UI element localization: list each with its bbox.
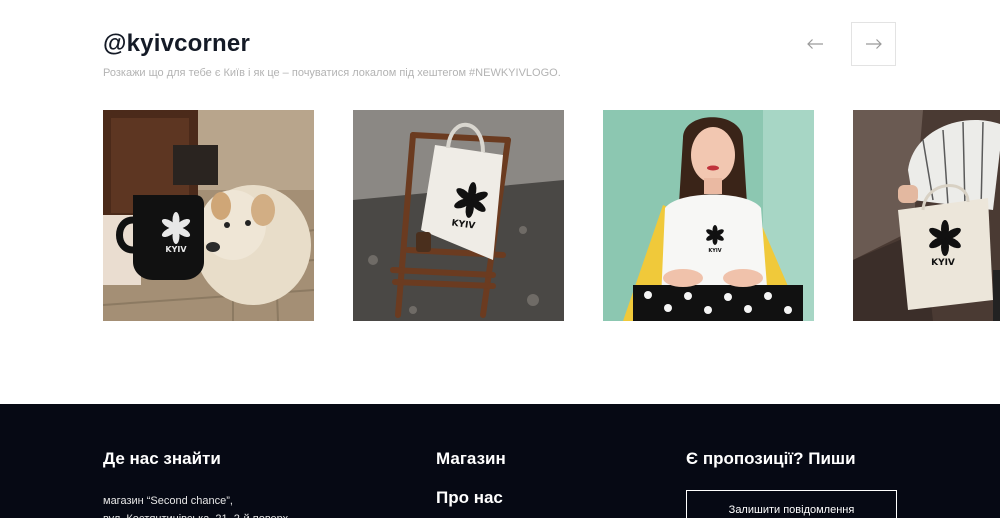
carousel-prev-button[interactable] [793,22,837,66]
instagram-photo-woman-tshirt[interactable]: KYIV [603,110,814,321]
footer-address: магазин “Second chance”, вул. Костянтині… [103,492,288,518]
tote-logo-text-2: KYIV [931,258,955,268]
tshirt-logo-text: KYIV [708,248,721,254]
footer-address-line-2: вул. Костянтинівська, 21, 2-й поверх [103,510,288,518]
carousel-next-button[interactable] [851,22,896,66]
footer-shop-link[interactable]: Магазин [436,449,506,469]
instagram-photo-dog-mug[interactable]: KYIV [103,110,314,321]
instagram-section: @kyivcorner Розкажи що для тебе є Київ і… [0,0,1000,404]
instagram-subtitle: Розкажи що для тебе є Київ і як це – поч… [103,67,561,79]
instagram-photo-chair-tote[interactable]: KYIV [353,110,564,321]
site-footer: Де нас знайти магазин “Second chance”, в… [0,404,1000,518]
footer-find-us-title: Де нас знайти [103,449,221,468]
mug-logo-text: KYIV [165,245,187,254]
footer-offers-title: Є пропозиції? Пиши [686,449,856,468]
arrow-right-icon [865,39,882,49]
instagram-gallery: KYIV KYIV KYIV KYIV [103,110,1000,321]
footer-about-link[interactable]: Про нас [436,488,503,508]
instagram-handle-title[interactable]: @kyivcorner [103,30,250,58]
arrow-left-icon [807,39,823,49]
instagram-photo-person-tote[interactable]: KYIV [853,110,1000,321]
footer-address-line-1: магазин “Second chance”, [103,495,233,507]
leave-message-button[interactable]: Залишити повідомлення [686,490,897,518]
